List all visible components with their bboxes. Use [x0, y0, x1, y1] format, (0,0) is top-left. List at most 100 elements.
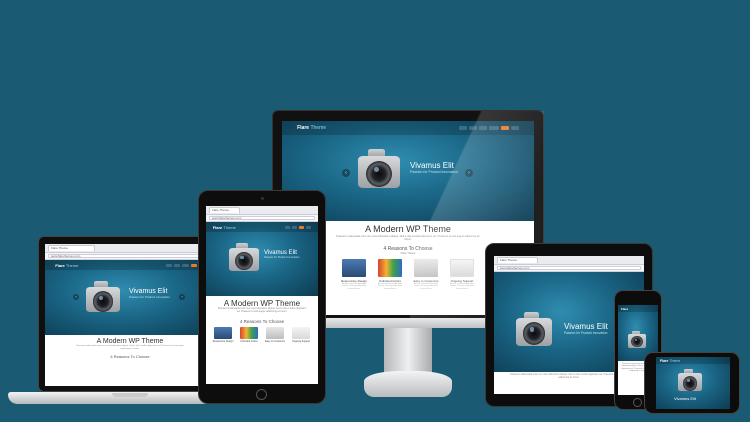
url-field[interactable]: www.flarethemes.com	[209, 216, 315, 220]
menu-item-active[interactable]	[190, 263, 197, 267]
phone-home-button[interactable]	[633, 398, 642, 407]
feature-label: Unlimited Colors	[240, 339, 258, 343]
browser-addressbar: www.flarethemes.com	[206, 215, 318, 222]
menu-item[interactable]	[478, 126, 487, 130]
feature-item: Ongoing Support Aenean euismod bibendum …	[448, 259, 476, 290]
tablet-nav: Flare Theme	[206, 222, 318, 232]
menu-item[interactable]	[173, 263, 180, 267]
browser-tab[interactable]: Flare Theme	[497, 257, 539, 263]
phone-nav: Flare	[618, 305, 658, 312]
browser-addressbar: www.flarethemes.com	[45, 253, 215, 260]
section-text: Praesent malesuada enim nec nunc bibendu…	[217, 307, 307, 313]
hero-subtitle: Passion for Product Innovation	[564, 331, 608, 335]
logo-text: Flare	[55, 262, 65, 268]
feature-label: Ongoing Support	[291, 339, 311, 343]
browser-tab[interactable]: Flare Theme	[209, 207, 240, 213]
menu-item-active[interactable]	[299, 225, 305, 229]
monitor-stand-base	[364, 371, 452, 397]
hero-title: Vivamus Elit	[564, 322, 608, 331]
feature-item: Easy to Customize Aenean euismod bibendu…	[412, 259, 440, 290]
camera-image	[512, 308, 556, 352]
browser-tabbar: Flare Theme	[494, 256, 644, 265]
logo-text: Flare	[212, 224, 223, 230]
section-title: A Modern WP Theme	[96, 338, 164, 345]
laptop-content: A Modern WP Theme Praesent malesuada eni…	[45, 335, 215, 359]
browser-tabbar: Flare Theme	[45, 244, 215, 253]
feature-thumbnail	[378, 259, 402, 277]
feature-item: Unlimited Colors Aenean euismod bibendum…	[376, 259, 404, 290]
feature-item: Ongoing Support	[290, 326, 312, 343]
reasons-title: 4 Reasons To Choose	[239, 318, 285, 324]
phone2-hero-text: Vivamus Elit	[674, 396, 696, 401]
laptop-logo[interactable]: Flare Theme	[55, 263, 78, 268]
menu-item[interactable]	[488, 126, 499, 130]
monitor-menu	[458, 126, 519, 130]
feature-thumbnail	[414, 259, 438, 277]
tablet-home-button[interactable]	[256, 389, 267, 400]
feature-thumbnail	[214, 326, 232, 339]
feature-item: Responsive Design	[212, 326, 234, 343]
hero-title: Vivamus Elit	[674, 396, 696, 401]
logo-text: Flare	[297, 125, 310, 131]
phone2-logo[interactable]: Flare Theme	[660, 359, 680, 363]
feature-item: Easy to Customize	[264, 326, 286, 343]
camera-image	[226, 240, 262, 276]
feature-desc: Aenean euismod bibendum laoreet. Proin g…	[449, 283, 475, 290]
feature-desc: Aenean euismod bibendum laoreet. Proin g…	[377, 283, 403, 290]
menu-item-active[interactable]	[500, 126, 509, 130]
feature-desc: Aenean euismod bibendum laoreet. Proin g…	[413, 283, 439, 290]
slider-prev-arrow[interactable]: ‹	[342, 169, 350, 177]
menu-item[interactable]	[510, 126, 519, 130]
tablet-hero-text: Vivamus Elit Passion for Product Innovat…	[264, 250, 299, 259]
menu-item[interactable]	[292, 225, 298, 229]
hero-subtitle: Passion for Product Innovation	[410, 170, 458, 174]
tablet-content: A Modern WP Theme Praesent malesuada eni…	[206, 296, 318, 343]
phone2-hero: Flare Theme Vivamus Elit	[656, 357, 730, 409]
phone-logo[interactable]: Flare	[621, 307, 628, 311]
feature-desc: Aenean euismod bibendum laoreet. Proin g…	[341, 283, 367, 290]
url-field[interactable]: www.flarethemes.com	[48, 254, 212, 258]
feature-thumbnail	[266, 326, 284, 339]
menu-item[interactable]	[306, 225, 312, 229]
tablet2-hero-text: Vivamus Elit Passion for Product Innovat…	[564, 322, 608, 335]
phone2-screen: Flare Theme Vivamus Elit	[656, 357, 730, 409]
browser-tabbar: Flare Theme	[206, 206, 318, 215]
monitor-stand-neck	[384, 328, 432, 374]
camera-image	[83, 278, 123, 318]
laptop-hero: Flare Theme Vivamus Elit Passion for Pro…	[45, 260, 215, 335]
url-field[interactable]: www.flarethemes.com	[497, 266, 641, 270]
logo-sub: Theme	[223, 224, 236, 230]
tablet-hero: Flare Theme Vivamus Elit Passion for Pro…	[206, 222, 318, 296]
slider-next-arrow[interactable]: ›	[179, 294, 185, 300]
tablet-camera	[261, 197, 264, 200]
devices-scene: Flare Theme Vivamus Elit Passion for Pro…	[0, 0, 750, 422]
camera-image	[676, 367, 704, 395]
menu-item[interactable]	[181, 263, 189, 267]
menu-item[interactable]	[285, 225, 291, 229]
hero-title: Vivamus Elit	[129, 288, 168, 295]
reasons-title: 4 Reasons To Choose	[110, 354, 150, 360]
logo-sub: Theme	[669, 358, 681, 363]
feature-item: Unlimited Colors	[238, 326, 260, 343]
browser-tab[interactable]: Flare Theme	[48, 245, 95, 251]
monitor-logo[interactable]: Flare Theme	[297, 125, 326, 131]
slider-next-arrow[interactable]: ›	[465, 169, 473, 177]
tablet-logo[interactable]: Flare Theme	[213, 225, 236, 230]
menu-item[interactable]	[165, 263, 172, 267]
monitor-hero-text: Vivamus Elit Passion for Product Innovat…	[410, 161, 458, 174]
feature-thumbnail	[240, 326, 258, 339]
camera-image	[626, 329, 648, 351]
laptop-nav: Flare Theme	[45, 260, 215, 270]
hero-title: Vivamus Elit	[410, 161, 454, 170]
section-text: Praesent malesuada enim nec nunc bibendu…	[510, 373, 628, 379]
menu-item[interactable]	[468, 126, 477, 130]
slider-prev-arrow[interactable]: ‹	[73, 294, 79, 300]
logo-sub: Theme	[310, 125, 327, 131]
phone2-nav: Flare Theme	[656, 357, 730, 364]
feature-item: Responsive Design Aenean euismod bibendu…	[340, 259, 368, 290]
hero-subtitle: Passion for Product Innovation	[264, 256, 300, 259]
features-row: Responsive Design Unlimited Colors Easy …	[206, 326, 318, 343]
logo-text: Flare	[621, 306, 629, 311]
menu-item[interactable]	[458, 126, 467, 130]
logo-sub: Theme	[65, 262, 79, 268]
